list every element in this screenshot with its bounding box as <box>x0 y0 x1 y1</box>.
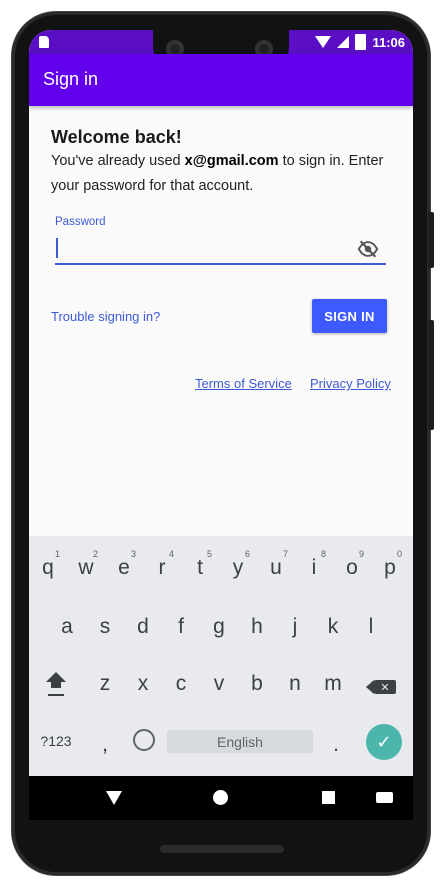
key-t[interactable]: t5 <box>182 545 218 591</box>
key-b[interactable]: b <box>239 661 275 707</box>
key-g[interactable]: g <box>201 604 237 650</box>
globe-icon[interactable] <box>133 729 155 751</box>
battery-icon <box>355 34 367 50</box>
check-icon[interactable]: ✓ <box>366 724 402 760</box>
text-cursor <box>56 238 58 258</box>
key-d[interactable]: d <box>125 604 161 650</box>
key-j[interactable]: j <box>277 604 313 650</box>
period-key[interactable]: . <box>318 722 354 768</box>
message-prefix: You've already used <box>51 153 185 169</box>
wifi-icon <box>315 36 332 48</box>
app-title: Sign in <box>43 69 99 89</box>
key-e[interactable]: e3 <box>106 545 142 591</box>
shift-stem <box>51 682 61 688</box>
app-bar: Sign in <box>29 54 413 106</box>
soft-keyboard: q1 w2 e3 r4 t5 y6 u7 i8 o9 p0 a s d f g … <box>29 536 413 776</box>
keyboard-switch-icon[interactable] <box>376 792 393 803</box>
key-l[interactable]: l <box>353 604 389 650</box>
sign-in-button[interactable]: SIGN IN <box>312 299 387 333</box>
volume-button <box>428 212 434 268</box>
key-q[interactable]: q1 <box>30 545 66 591</box>
key-u[interactable]: u7 <box>258 545 294 591</box>
password-input[interactable] <box>55 235 386 265</box>
status-time: 11:06 <box>372 34 405 50</box>
password-label: Password <box>55 216 106 228</box>
key-k[interactable]: k <box>315 604 351 650</box>
power-button <box>428 320 434 430</box>
key-v[interactable]: v <box>201 661 237 707</box>
shift-underline <box>48 694 64 696</box>
account-email: x@gmail.com <box>184 153 279 169</box>
sim-card-icon <box>39 36 49 48</box>
key-o[interactable]: o9 <box>334 545 370 591</box>
key-z[interactable]: z <box>87 661 123 707</box>
screen: 11:06 Sign in Welcome back! You've alrea… <box>29 30 413 820</box>
key-x[interactable]: x <box>125 661 161 707</box>
recents-icon[interactable] <box>322 791 335 804</box>
key-p[interactable]: p0 <box>372 545 408 591</box>
key-n[interactable]: n <box>277 661 313 707</box>
key-c[interactable]: c <box>163 661 199 707</box>
visibility-off-icon[interactable] <box>357 238 379 260</box>
symbols-key[interactable]: ?123 <box>35 728 77 754</box>
comma-key[interactable]: , <box>87 722 123 768</box>
shift-key[interactable] <box>43 672 73 706</box>
backspace-icon[interactable]: ✕ <box>366 680 396 694</box>
key-r[interactable]: r4 <box>144 545 180 591</box>
key-m[interactable]: m <box>315 661 351 707</box>
key-f[interactable]: f <box>163 604 199 650</box>
privacy-policy-link[interactable]: Privacy Policy <box>310 376 391 391</box>
bottom-speaker <box>160 845 284 853</box>
space-bar[interactable]: English <box>167 730 313 753</box>
status-indicators: 11:06 <box>315 34 405 50</box>
key-h[interactable]: h <box>239 604 275 650</box>
shift-icon <box>46 672 66 682</box>
back-icon[interactable] <box>106 791 122 805</box>
key-s[interactable]: s <box>87 604 123 650</box>
key-y[interactable]: y6 <box>220 545 256 591</box>
home-icon[interactable] <box>213 790 228 805</box>
key-i[interactable]: i8 <box>296 545 332 591</box>
navigation-bar <box>29 776 413 820</box>
key-w[interactable]: w2 <box>68 545 104 591</box>
terms-of-service-link[interactable]: Terms of Service <box>195 376 292 391</box>
account-message: You've already used x@gmail.com to sign … <box>51 149 396 199</box>
trouble-signing-in-link[interactable]: Trouble signing in? <box>51 309 160 324</box>
welcome-heading: Welcome back! <box>51 127 182 147</box>
cell-signal-icon <box>337 36 350 48</box>
key-a[interactable]: a <box>49 604 85 650</box>
